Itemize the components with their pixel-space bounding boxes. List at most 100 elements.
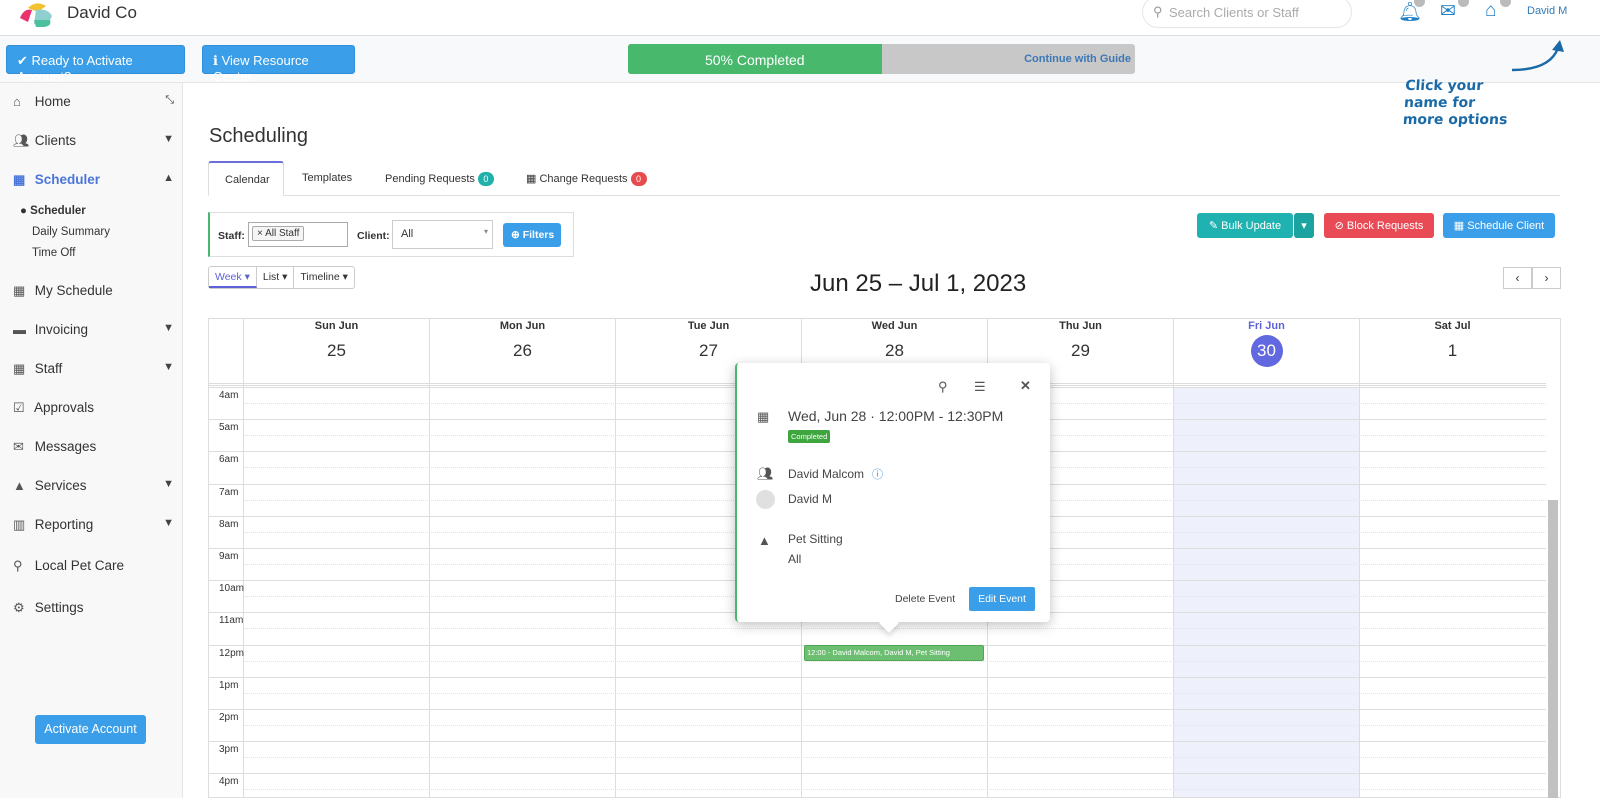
continue-guide-link[interactable]: Continue with Guide <box>1024 53 1131 65</box>
sidebar-item-approvals[interactable]: ☑ Approvals <box>0 394 183 424</box>
client-select[interactable]: All ▾ <box>392 220 493 249</box>
day-header[interactable]: Sat Jul 1 <box>1359 319 1545 383</box>
bar-chart-icon: ▥ <box>13 517 26 532</box>
tab-change-requests[interactable]: ▦ Change Requests 0 <box>512 161 661 196</box>
resource-center-button[interactable]: ℹ View Resource Center <box>202 45 355 84</box>
envelope-icon[interactable]: ✉ <box>1440 0 1456 23</box>
staff-select[interactable]: × All Staff <box>248 222 348 247</box>
day-name: Sat Jul <box>1434 320 1471 332</box>
hour-line <box>209 676 1546 678</box>
page-title: Scheduling <box>209 125 308 147</box>
sidebar-item-clients[interactable]: 👥︎ Clients ▼ <box>0 127 183 157</box>
message-badge <box>1458 0 1469 7</box>
staff-chip[interactable]: × All Staff <box>252 226 305 241</box>
label: List <box>262 271 280 283</box>
sidebar-item-label: Home <box>34 94 71 109</box>
view-timeline[interactable]: Timeline ▾ <box>294 267 354 288</box>
sidebar-item-staff[interactable]: ▦ Staff ▼ <box>0 355 183 385</box>
day-name: Thu Jun <box>1059 320 1102 332</box>
sidebar-item-home[interactable]: ⌂ Home ⤡ <box>0 88 183 118</box>
users-icon: 👥︎ <box>13 133 30 148</box>
sidebar-item-my-schedule[interactable]: ▦ My Schedule <box>0 277 183 307</box>
activate-account-sidebar-button[interactable]: Activate Account <box>35 715 146 744</box>
sidebar-item-label: Reporting <box>34 517 94 532</box>
sidebar-subitem[interactable]: Daily Summary <box>32 226 110 238</box>
bulk-update-dropdown[interactable]: ▾ <box>1294 213 1314 238</box>
tabs: Calendar Templates Pending Requests 0 ▦ C… <box>208 161 1560 196</box>
hour-line <box>209 709 1546 710</box>
calendar-icon: ▦ <box>13 283 26 298</box>
sidebar-subitem[interactable]: ● Scheduler <box>20 205 86 217</box>
label: Bulk Update <box>1221 220 1282 232</box>
bulk-update-button[interactable]: ✎ Bulk Update <box>1197 213 1293 238</box>
day-name: Sun Jun <box>314 320 359 332</box>
time-label: 10am <box>219 583 245 595</box>
time-label: 4am <box>219 390 239 401</box>
edit-event-button[interactable]: Edit Event <box>969 587 1035 611</box>
view-switcher: Week ▾ List ▾ Timeline ▾ <box>208 266 355 289</box>
sidebar-item-label: Approvals <box>34 400 95 415</box>
search-icon: ⚲ <box>1153 4 1163 19</box>
user-menu[interactable]: David M <box>1527 5 1567 17</box>
filters-button[interactable]: ⊕ Filters <box>503 223 561 247</box>
label: Week <box>215 271 242 283</box>
delete-event-button[interactable]: Delete Event <box>895 593 955 605</box>
day-name: Fri Jun <box>1248 320 1285 332</box>
client-label: Client: <box>357 230 390 242</box>
time-label: 9am <box>219 551 239 562</box>
chevron-icon: ▼ <box>163 478 174 490</box>
client-name[interactable]: David Malcom <box>788 467 864 481</box>
tab-pending-requests[interactable]: Pending Requests 0 <box>371 161 508 196</box>
label: View Resource Center <box>213 53 309 84</box>
block-requests-button[interactable]: ⊘ Block Requests <box>1324 213 1434 238</box>
staff-label: Staff: <box>218 230 245 242</box>
client-value: All <box>401 228 414 240</box>
sidebar-item-reporting[interactable]: ▥ Reporting ▼ <box>0 511 183 541</box>
day-header[interactable]: Mon Jun 26 <box>429 319 615 383</box>
next-week-button[interactable]: › <box>1532 267 1561 289</box>
info-icon[interactable]: ⓘ <box>872 466 883 482</box>
tab-templates[interactable]: Templates <box>288 161 366 196</box>
road-icon: ▲ <box>13 478 26 493</box>
check-square-icon: ☑ <box>13 400 25 415</box>
label: Pending Requests <box>385 173 475 185</box>
sidebar-item-messages[interactable]: ✉ Messages <box>0 433 183 463</box>
label: Ready to Activate Account? <box>17 53 133 84</box>
home-icon[interactable]: ⌂ <box>1485 0 1496 22</box>
sidebar-item-label: Scheduler <box>34 172 101 187</box>
details-icon[interactable]: ☰ <box>974 379 986 395</box>
view-list[interactable]: List ▾ <box>257 267 295 288</box>
hour-line <box>209 741 1546 743</box>
collapse-icon[interactable]: ⤡ <box>165 94 174 107</box>
caret-icon: ▾ <box>483 227 488 236</box>
day-header[interactable]: Sun Jun 25 <box>243 319 429 383</box>
calendar-event[interactable]: 12:00 - David Malcom, David M, Pet Sitti… <box>804 645 984 661</box>
filter-panel: Staff: × All Staff Client: All ▾ ⊕ Filter… <box>208 212 574 257</box>
day-header[interactable]: Fri Jun 30 <box>1173 319 1359 383</box>
tab-calendar[interactable]: Calendar <box>208 161 284 196</box>
time-label: 6am <box>219 454 239 466</box>
sidebar-subitem[interactable]: Time Off <box>32 247 75 259</box>
calendar-icon: ▦ <box>757 409 770 424</box>
sidebar-item-settings[interactable]: ⚙ Settings <box>0 594 183 624</box>
day-number: 25 <box>327 341 346 360</box>
close-icon[interactable]: ✕ <box>1020 378 1031 394</box>
sidebar-item-invoicing[interactable]: ▬ Invoicing ▼ <box>0 316 183 346</box>
sidebar: ⌂ Home ⤡ 👥︎ Clients ▼ ▦ Scheduler ▲ ▦ My Sched… <box>0 83 183 798</box>
view-week[interactable]: Week ▾ <box>209 267 257 288</box>
sidebar-item-services[interactable]: ▲ Services ▼ <box>0 472 183 502</box>
day-number: 27 <box>699 341 718 360</box>
label: Block Requests <box>1346 220 1424 232</box>
half-hour-line <box>244 757 1546 759</box>
location-icon[interactable]: ⚲ <box>938 379 948 395</box>
date-range: Jun 25 – Jul 1, 2023 <box>810 270 1027 297</box>
avatar <box>756 490 775 509</box>
activate-account-button[interactable]: ✔ Ready to Activate Account? <box>6 45 185 84</box>
schedule-client-button[interactable]: ▦ Schedule Client <box>1443 213 1555 238</box>
event-popover: ⚲ ☰ ✕ ▦ Wed, Jun 28 · 12:00PM - 12:30PM … <box>735 363 1050 633</box>
prev-week-button[interactable]: ‹ <box>1503 267 1532 289</box>
scrollbar-thumb[interactable] <box>1548 500 1558 798</box>
search-input[interactable]: ⚲ Search Clients or Staff <box>1142 0 1352 28</box>
sidebar-item-scheduler[interactable]: ▦ Scheduler ▲ <box>0 166 183 196</box>
sidebar-item-local-pet-care[interactable]: ⚲ Local Pet Care <box>0 552 183 582</box>
